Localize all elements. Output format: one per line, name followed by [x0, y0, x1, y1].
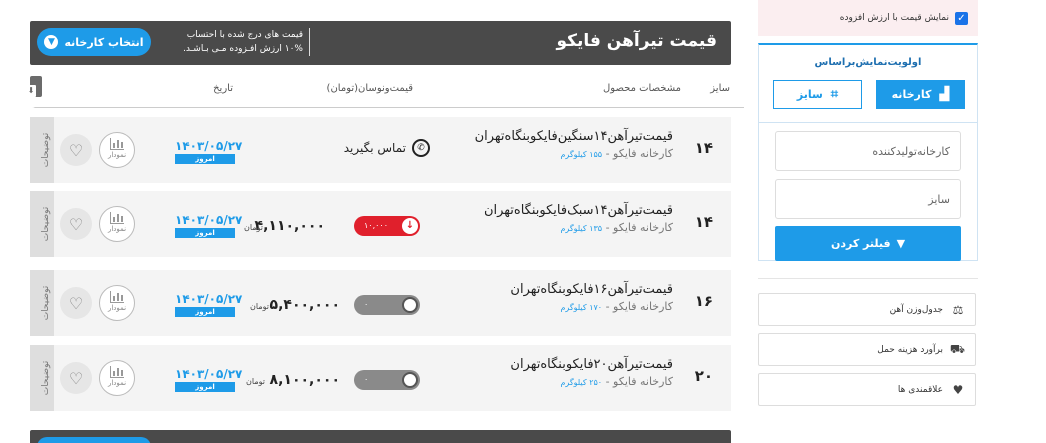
truck-icon: ⛟	[949, 341, 965, 356]
price-cell: ۸,۱۰۰,۰۰۰ تومان ۰	[245, 345, 420, 411]
price-header-bar: قیمت تیرآهن فایکو قیمت های درج شده با اح…	[30, 21, 731, 65]
priority-factory-toggle[interactable]: ▟ کارخانه	[876, 80, 965, 109]
price-date: ۱۴۰۳/۰۵/۲۷ امروز	[175, 139, 243, 164]
product-title[interactable]: قیمت‌تیرآهن‌۱۶فایکو‌بنگاه‌تهران	[510, 282, 673, 297]
description-tab[interactable]: توضیحات	[30, 270, 54, 336]
product-info: قیمت‌تیرآهن‌۱۴سنگین‌فایکو‌بنگاه‌تهران کا…	[475, 129, 673, 160]
price-value: ۸,۱۰۰,۰۰۰	[269, 372, 340, 388]
neutral-indicator-icon	[402, 297, 418, 313]
phone-icon: ✆	[412, 139, 430, 157]
chart-button[interactable]: نمودار	[99, 360, 135, 396]
bar-chart-icon	[110, 366, 124, 378]
factory-icon: ▟	[939, 87, 950, 102]
divider	[759, 122, 977, 123]
col-price: قیمت‌ونوسان(تومان)	[326, 83, 413, 94]
col-specs: مشخصات محصول	[603, 83, 681, 94]
product-info: قیمت‌تیرآهن‌۱۴سبک‌فایکو‌بنگاه‌تهران کارخ…	[484, 203, 673, 234]
product-title[interactable]: قیمت‌تیرآهن‌۲۰فایکو‌بنگاه‌تهران	[510, 357, 673, 372]
description-tab[interactable]: توضیحات	[30, 345, 54, 411]
select-factory-button[interactable]: انتخاب کارخانه ▼	[37, 28, 151, 56]
favorite-heart-icon[interactable]: ♡	[60, 287, 92, 319]
chart-button[interactable]: نمودار	[99, 132, 135, 168]
col-date: تاریخ	[213, 83, 233, 94]
price-change-badge: ۰	[354, 370, 420, 390]
chart-button[interactable]: نمودار	[99, 206, 135, 242]
description-tab[interactable]: توضیحات	[30, 117, 54, 183]
today-badge: امروز	[175, 154, 235, 164]
price-date: ۱۴۰۳/۰۵/۲۷ امروز	[175, 213, 243, 238]
price-value: ۵,۴۰۰,۰۰۰	[269, 297, 340, 313]
next-section-header	[30, 430, 731, 443]
priority-size-toggle[interactable]: ⌗ سایز	[773, 80, 862, 109]
favorite-heart-icon[interactable]: ♡	[60, 134, 92, 166]
shipping-cost-link[interactable]: ⛟ برآورد هزینه حمل	[758, 333, 976, 366]
today-badge: امروز	[175, 307, 235, 317]
checkbox-checked-icon[interactable]: ✓	[955, 11, 968, 25]
price-page: قیمت تیرآهن فایکو قیمت های درج شده با اح…	[0, 0, 1046, 443]
favorite-heart-icon[interactable]: ♡	[60, 362, 92, 394]
priority-title: اولویت‌نمایش‌براساس	[814, 57, 922, 68]
price-date: ۱۴۰۳/۰۵/۲۷ امروز	[175, 292, 243, 317]
today-badge: امروز	[175, 382, 235, 392]
sidebar: ✓ نمایش قیمت با ارزش افزوده اولویت‌نمایش…	[758, 0, 978, 443]
favorite-heart-icon[interactable]: ♡	[60, 208, 92, 240]
filter-panel: اولویت‌نمایش‌براساس ▟ کارخانه ⌗ سایز ▼ ف…	[758, 43, 978, 261]
table-row: توضیحات ♡ نمودار ۱۴۰۳/۰۵/۲۷ امروز ۴,۱۱۰,…	[30, 191, 731, 257]
divider	[758, 278, 978, 279]
table-column-headers: سایز مشخصات محصول قیمت‌ونوسان(تومان) تار…	[5, 74, 744, 111]
chart-button[interactable]: نمودار	[99, 285, 135, 321]
favorites-link[interactable]: ♥ علاقمندی ها	[758, 373, 976, 406]
bar-chart-icon	[110, 138, 124, 150]
filter-button[interactable]: ▼ فیلتر کردن	[775, 226, 961, 261]
price-change-badge: ۰	[354, 295, 420, 315]
heart-icon: ♥	[952, 382, 964, 397]
producer-input[interactable]	[775, 131, 961, 171]
product-title[interactable]: قیمت‌تیرآهن‌۱۴سبک‌فایکو‌بنگاه‌تهران	[484, 203, 673, 218]
product-subtitle: کارخانه فایکو - ۱۷۰ کیلوگرم	[560, 300, 673, 313]
contact-us-link[interactable]: ✆ تماس بگیرید	[344, 139, 430, 157]
col-size: سایز	[710, 83, 730, 94]
price-unit: تومان	[244, 223, 263, 232]
description-tab[interactable]: توضیحات	[30, 191, 54, 257]
price-cell: ✆ تماس بگیرید	[245, 117, 430, 183]
size-input[interactable]	[775, 179, 961, 219]
price-date: ۱۴۰۳/۰۵/۲۷ امروز	[175, 367, 243, 392]
product-size: ۲۰	[694, 367, 713, 385]
product-subtitle: کارخانه فایکو - ۱۳۵ کیلوگرم	[560, 221, 673, 234]
price-unit: تومان	[246, 377, 265, 386]
download-price-button[interactable]: ⬇ دانلود قیمت	[5, 76, 42, 111]
price-table-section: قیمت تیرآهن فایکو قیمت های درج شده با اح…	[5, 0, 744, 443]
price-change-badge: ↓ ۱۰,۰۰۰	[354, 216, 420, 236]
product-subtitle: کارخانه فایکو - ۲۵۰ کیلوگرم	[560, 375, 673, 388]
bar-chart-icon	[110, 212, 124, 224]
price-value: ۴,۱۱۰,۰۰۰	[254, 218, 325, 234]
product-title[interactable]: قیمت‌تیرآهن‌۱۴سنگین‌فایکو‌بنگاه‌تهران	[475, 129, 673, 144]
bar-chart-icon	[110, 291, 124, 303]
crop-icon: ⌗	[830, 87, 839, 102]
vat-note: قیمت های درج شده با احتساب ۱۰% ارزش افـز…	[170, 28, 310, 56]
product-info: قیمت‌تیرآهن‌۲۰فایکو‌بنگاه‌تهران کارخانه …	[510, 357, 673, 388]
neutral-indicator-icon	[402, 372, 418, 388]
table-row: توضیحات ♡ نمودار ۱۴۰۳/۰۵/۲۷ امروز ✆ تماس…	[30, 117, 731, 183]
vat-toggle[interactable]: ✓ نمایش قیمت با ارزش افزوده	[758, 0, 978, 36]
product-size: ۱۴	[694, 213, 713, 231]
price-unit: تومان	[250, 302, 269, 311]
product-size: ۱۴	[694, 139, 713, 157]
table-row: توضیحات ♡ نمودار ۱۴۰۳/۰۵/۲۷ امروز ۵,۴۰۰,…	[30, 270, 731, 336]
steel-weight-table-link[interactable]: ⚖ جدول‌وزن آهن	[758, 293, 976, 326]
arrow-down-icon: ↓	[402, 218, 418, 234]
product-subtitle: کارخانه فایکو - ۱۵۵ کیلوگرم	[560, 147, 673, 160]
price-cell: ۵,۴۰۰,۰۰۰ تومان ۰	[245, 270, 420, 336]
table-row: توضیحات ♡ نمودار ۱۴۰۳/۰۵/۲۷ امروز ۸,۱۰۰,…	[30, 345, 731, 411]
page-title: قیمت تیرآهن فایکو	[556, 31, 717, 51]
price-cell: ۴,۱۱۰,۰۰۰ تومان ↓ ۱۰,۰۰۰	[244, 191, 420, 257]
select-factory-button-2[interactable]	[37, 437, 151, 443]
product-size: ۱۶	[694, 292, 713, 310]
filter-funnel-icon: ▼	[896, 237, 906, 250]
today-badge: امروز	[175, 228, 235, 238]
weight-icon: ⚖	[952, 302, 964, 317]
product-info: قیمت‌تیرآهن‌۱۶فایکو‌بنگاه‌تهران کارخانه …	[510, 282, 673, 313]
chevron-down-icon: ▼	[44, 35, 59, 49]
